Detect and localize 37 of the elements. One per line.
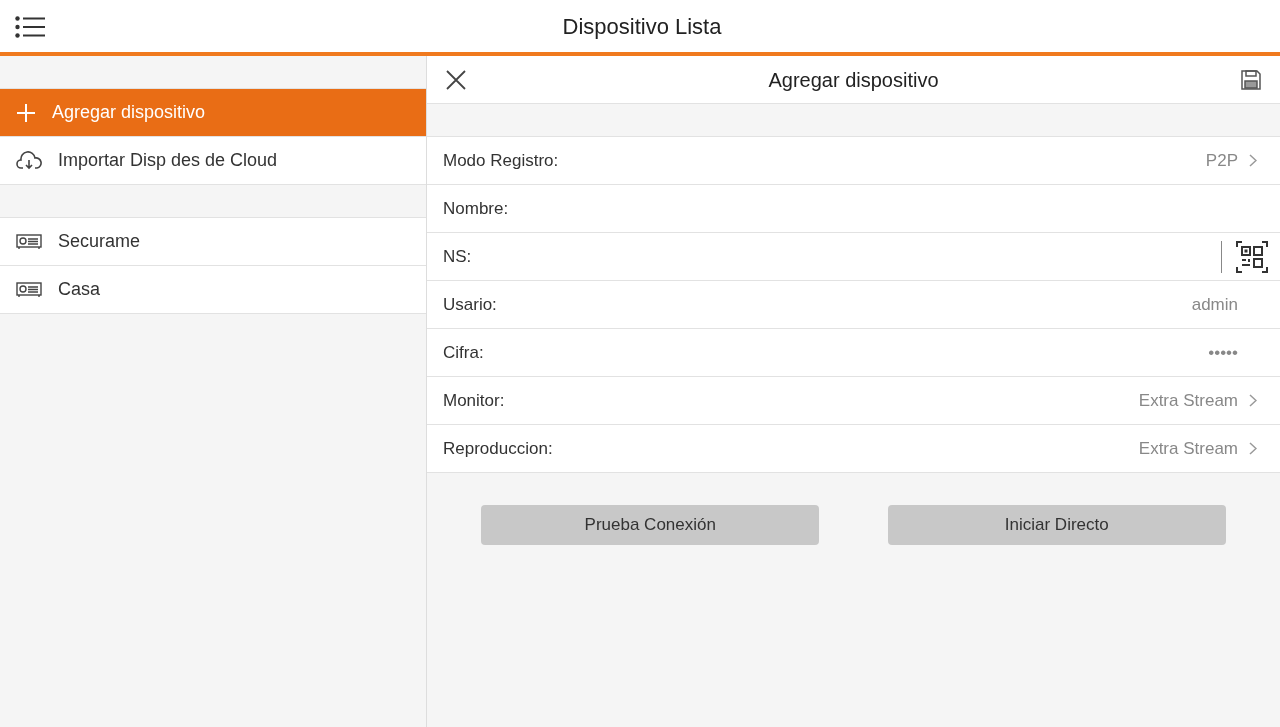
action-button[interactable]: Iniciar Directo [887,505,1226,545]
device-icon [16,281,42,298]
field-value: Extra Stream [1138,437,1238,460]
form-row[interactable]: Nombre: [427,185,1280,233]
field-label: Cifra: [443,341,485,364]
field-value: ••••• [1208,341,1238,364]
qr-code-icon[interactable] [1236,240,1268,273]
app-title: Dispositivo Lista [561,12,722,41]
field-label: Nombre: [443,197,510,220]
form-row[interactable]: Usario: admin [427,281,1280,329]
chevron-right-icon [1249,394,1257,407]
field-value: Extra Stream [1138,389,1238,412]
form-row[interactable]: NS: [427,233,1280,281]
field-label: Modo Registro: [443,149,560,172]
plus-icon [16,102,36,123]
field-label: Monitor: [443,389,506,412]
close-icon[interactable] [445,68,467,91]
chevron-right-icon [1249,154,1257,167]
field-label: Reproduccion: [443,437,554,460]
form-row[interactable]: Monitor: Extra Stream [427,377,1280,425]
device-icon [16,233,42,250]
form-row[interactable]: Cifra: ••••• [427,329,1280,377]
chevron-right-icon [1249,442,1257,455]
field-label: Usario: [443,293,498,316]
form-row[interactable]: Modo Registro: P2P [427,137,1280,185]
panel-title: Agregar dispositivo [767,67,940,93]
form-row[interactable]: Reproduccion: Extra Stream [427,425,1280,473]
sidebar-item[interactable]: Casa [0,266,426,314]
menu-icon[interactable] [15,16,46,38]
save-icon[interactable] [1240,68,1262,91]
action-button[interactable]: Prueba Conexión [481,505,820,545]
field-value: P2P [1205,149,1238,172]
sidebar-item[interactable]: Importar Disp des de Cloud [0,137,426,185]
field-value: admin [1191,293,1238,316]
field-label: NS: [443,245,473,268]
cloud-download-icon [16,150,42,171]
sidebar-item[interactable]: Securame [0,218,426,266]
